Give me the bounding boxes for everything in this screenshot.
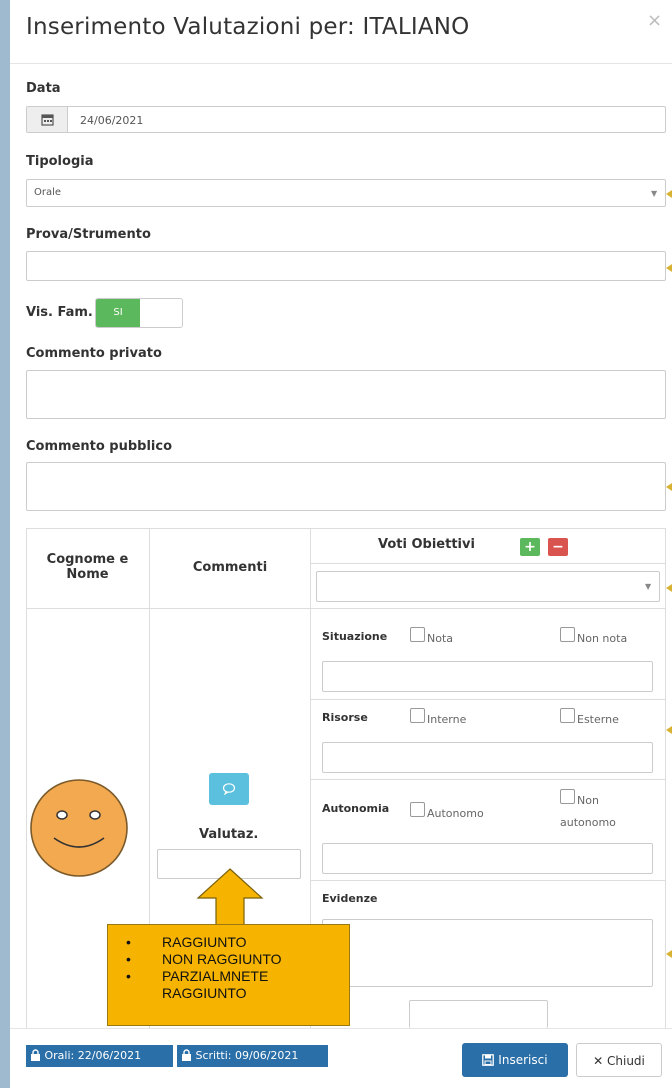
commento-privato-textarea[interactable] <box>26 370 666 419</box>
situazione-label: Situazione <box>322 630 388 643</box>
col-header-nome-line1: Cognome e <box>46 552 129 567</box>
option-item: RAGGIUNTO <box>126 934 282 951</box>
table-border <box>311 563 666 564</box>
row-divider <box>311 880 666 881</box>
annotation-marker <box>666 584 672 592</box>
option-item: NON RAGGIUNTO <box>126 951 282 968</box>
chevron-down-icon: ▼ <box>651 189 658 198</box>
autonomia-label: Autonomia <box>322 802 390 815</box>
col-header-voti: Voti Obiettivi <box>378 537 475 552</box>
table-border <box>26 528 666 529</box>
modal-title: Inserimento Valutazioni per: ITALIANO <box>26 14 470 40</box>
option-item-continued: RAGGIUNTO <box>162 985 247 1001</box>
non-autonomo-label-1: Non <box>577 794 599 807</box>
esterne-checkbox[interactable] <box>560 708 575 723</box>
footer-divider <box>10 1028 672 1029</box>
annotation-marker <box>666 264 672 272</box>
table-border <box>26 528 27 1028</box>
risorse-input[interactable] <box>322 742 653 773</box>
extra-input[interactable] <box>409 1000 548 1028</box>
evidenze-textarea[interactable] <box>322 919 653 987</box>
non-autonomo-label-2: autonomo <box>560 816 616 829</box>
nota-checkbox[interactable] <box>410 627 425 642</box>
remove-obiettivo-button[interactable]: − <box>548 538 568 556</box>
commento-pubblico-textarea[interactable] <box>26 462 666 511</box>
data-label: Data <box>26 81 61 96</box>
chiudi-label: Chiudi <box>607 1054 645 1068</box>
annotation-marker <box>666 950 672 958</box>
data-value: 24/06/2021 <box>80 114 144 127</box>
non-nota-checkbox[interactable] <box>560 627 575 642</box>
autonomia-input[interactable] <box>322 843 653 874</box>
visfam-toggle[interactable]: SI <box>95 298 183 328</box>
esterne-label: Esterne <box>577 713 619 726</box>
tipologia-value: Orale <box>34 187 62 198</box>
situazione-input[interactable] <box>322 661 653 692</box>
comment-button[interactable] <box>209 773 249 805</box>
row-divider <box>311 699 666 700</box>
annotation-marker <box>666 190 672 198</box>
non-autonomo-checkbox[interactable] <box>560 789 575 804</box>
prova-input[interactable] <box>26 251 666 281</box>
col-header-nome-line2: Nome <box>66 567 109 582</box>
scritti-badge: Scritti: 09/06/2021 <box>177 1045 328 1067</box>
lock-icon <box>182 1049 191 1061</box>
option-item: PARZIALMNETE <box>126 968 282 985</box>
tipologia-select[interactable]: Orale ▼ <box>26 179 666 207</box>
annotation-marker <box>666 483 672 491</box>
header-divider <box>10 63 672 64</box>
orali-text: Orali: 22/06/2021 <box>44 1049 142 1062</box>
commento-privato-label: Commento privato <box>26 346 162 361</box>
nota-label: Nota <box>427 632 454 645</box>
inserisci-label: Inserisci <box>498 1053 548 1067</box>
arrow-up-annotation <box>196 868 264 926</box>
close-icon: ✕ <box>593 1054 604 1068</box>
commento-pubblico-label: Commento pubblico <box>26 439 173 454</box>
toggle-on-label: SI <box>96 299 140 327</box>
comment-icon <box>222 783 236 795</box>
valutaz-options-callout: RAGGIUNTO NON RAGGIUNTO PARZIALMNETE RAG… <box>107 924 350 1026</box>
interne-checkbox[interactable] <box>410 708 425 723</box>
valutaz-options-list: RAGGIUNTO NON RAGGIUNTO PARZIALMNETE RAG… <box>126 934 282 1002</box>
scritti-text: Scritti: 09/06/2021 <box>195 1049 299 1062</box>
chevron-down-icon: ▼ <box>645 582 652 591</box>
evidenze-label: Evidenze <box>322 892 378 905</box>
obiettivi-select[interactable]: ▼ <box>316 571 660 602</box>
orali-badge: Orali: 22/06/2021 <box>26 1045 173 1067</box>
row-divider <box>311 779 666 780</box>
calendar-icon <box>41 114 54 126</box>
autonomo-label: Autonomo <box>427 807 484 820</box>
tipologia-label: Tipologia <box>26 154 94 169</box>
data-field[interactable]: 24/06/2021 <box>26 106 666 133</box>
table-border <box>26 608 666 609</box>
visfam-label: Vis. Fam. <box>26 305 93 320</box>
close-icon[interactable]: × <box>647 10 662 31</box>
prova-label: Prova/Strumento <box>26 227 151 242</box>
save-icon <box>482 1054 495 1066</box>
add-obiettivo-button[interactable]: + <box>520 538 540 556</box>
lock-icon <box>31 1049 40 1061</box>
non-nota-label: Non nota <box>577 632 628 645</box>
inserisci-button[interactable]: Inserisci <box>462 1043 568 1077</box>
chiudi-button[interactable]: ✕ Chiudi <box>576 1043 662 1077</box>
smiley-avatar <box>30 779 128 877</box>
valutaz-label: Valutaz. <box>199 827 259 842</box>
interne-label: Interne <box>427 713 467 726</box>
col-header-commenti: Commenti <box>192 560 268 575</box>
risorse-label: Risorse <box>322 711 368 724</box>
annotation-marker <box>666 726 672 734</box>
calendar-addon[interactable] <box>27 107 68 132</box>
autonomo-checkbox[interactable] <box>410 802 425 817</box>
col-header-nome: Cognome e Nome <box>30 552 145 582</box>
